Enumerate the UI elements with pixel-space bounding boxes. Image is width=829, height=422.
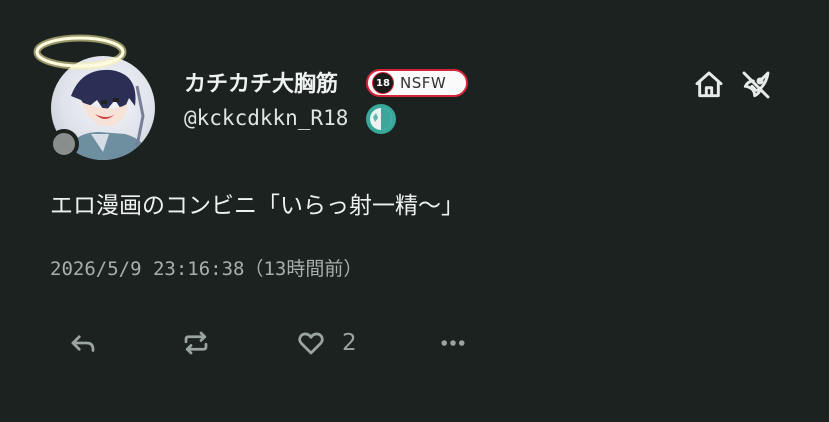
avatar-wrapper[interactable] — [30, 26, 160, 161]
username[interactable]: @kckcdkkn_R18 — [184, 106, 348, 130]
r18-icon: 18 — [372, 72, 394, 94]
reaction-count: 2 — [342, 330, 357, 356]
home-icon[interactable] — [693, 69, 725, 101]
instance-icon[interactable] — [365, 103, 397, 135]
heart-icon — [298, 332, 324, 355]
note-text: エロ漫画のコンビニ「いらっ射一精～」 — [50, 193, 464, 219]
renote-button[interactable] — [181, 325, 211, 361]
display-name[interactable]: カチカチ大胸筋 — [184, 66, 338, 98]
timestamp[interactable]: 2026/5/9 23:16:38（13時間前） — [50, 254, 362, 281]
status-indicator — [49, 129, 79, 159]
reply-button[interactable] — [68, 325, 98, 361]
rocket-off-icon[interactable] — [740, 69, 772, 101]
nsfw-badge: 18 NSFW — [366, 69, 468, 97]
reply-icon — [71, 335, 95, 352]
nsfw-label: NSFW — [400, 74, 447, 92]
reaction-button[interactable]: 2 — [296, 325, 357, 361]
more-icon — [441, 340, 465, 346]
renote-icon — [184, 331, 208, 355]
more-button[interactable] — [438, 325, 468, 361]
halo-decoration — [33, 34, 127, 70]
